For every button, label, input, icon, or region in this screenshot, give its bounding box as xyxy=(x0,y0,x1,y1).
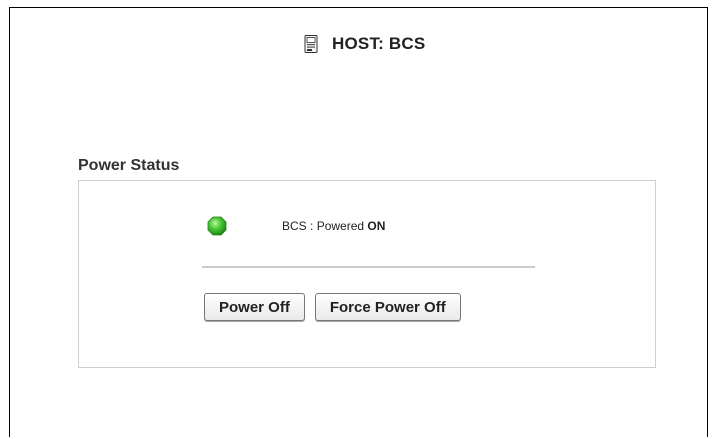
status-host-name: BCS xyxy=(282,219,307,233)
status-state-prefix: Powered xyxy=(316,219,365,233)
status-row: BCS : Powered ON xyxy=(207,216,385,236)
status-state-value: ON xyxy=(367,219,386,233)
divider xyxy=(202,266,535,268)
host-header: HOST: BCS xyxy=(304,34,425,54)
force-power-off-button[interactable]: Force Power Off xyxy=(314,293,461,321)
host-title: HOST: BCS xyxy=(332,34,426,53)
power-off-button[interactable]: Power Off xyxy=(204,293,305,321)
status-led-icon xyxy=(207,216,227,236)
button-row: Power Off Force Power Off xyxy=(204,293,461,321)
host-server-icon xyxy=(304,35,318,53)
section-title: Power Status xyxy=(78,157,180,174)
power-status-text: BCS : Powered ON xyxy=(282,219,385,233)
status-separator: : xyxy=(306,219,317,233)
power-status-panel: BCS : Powered ON Power Off Force Power O… xyxy=(78,180,656,368)
